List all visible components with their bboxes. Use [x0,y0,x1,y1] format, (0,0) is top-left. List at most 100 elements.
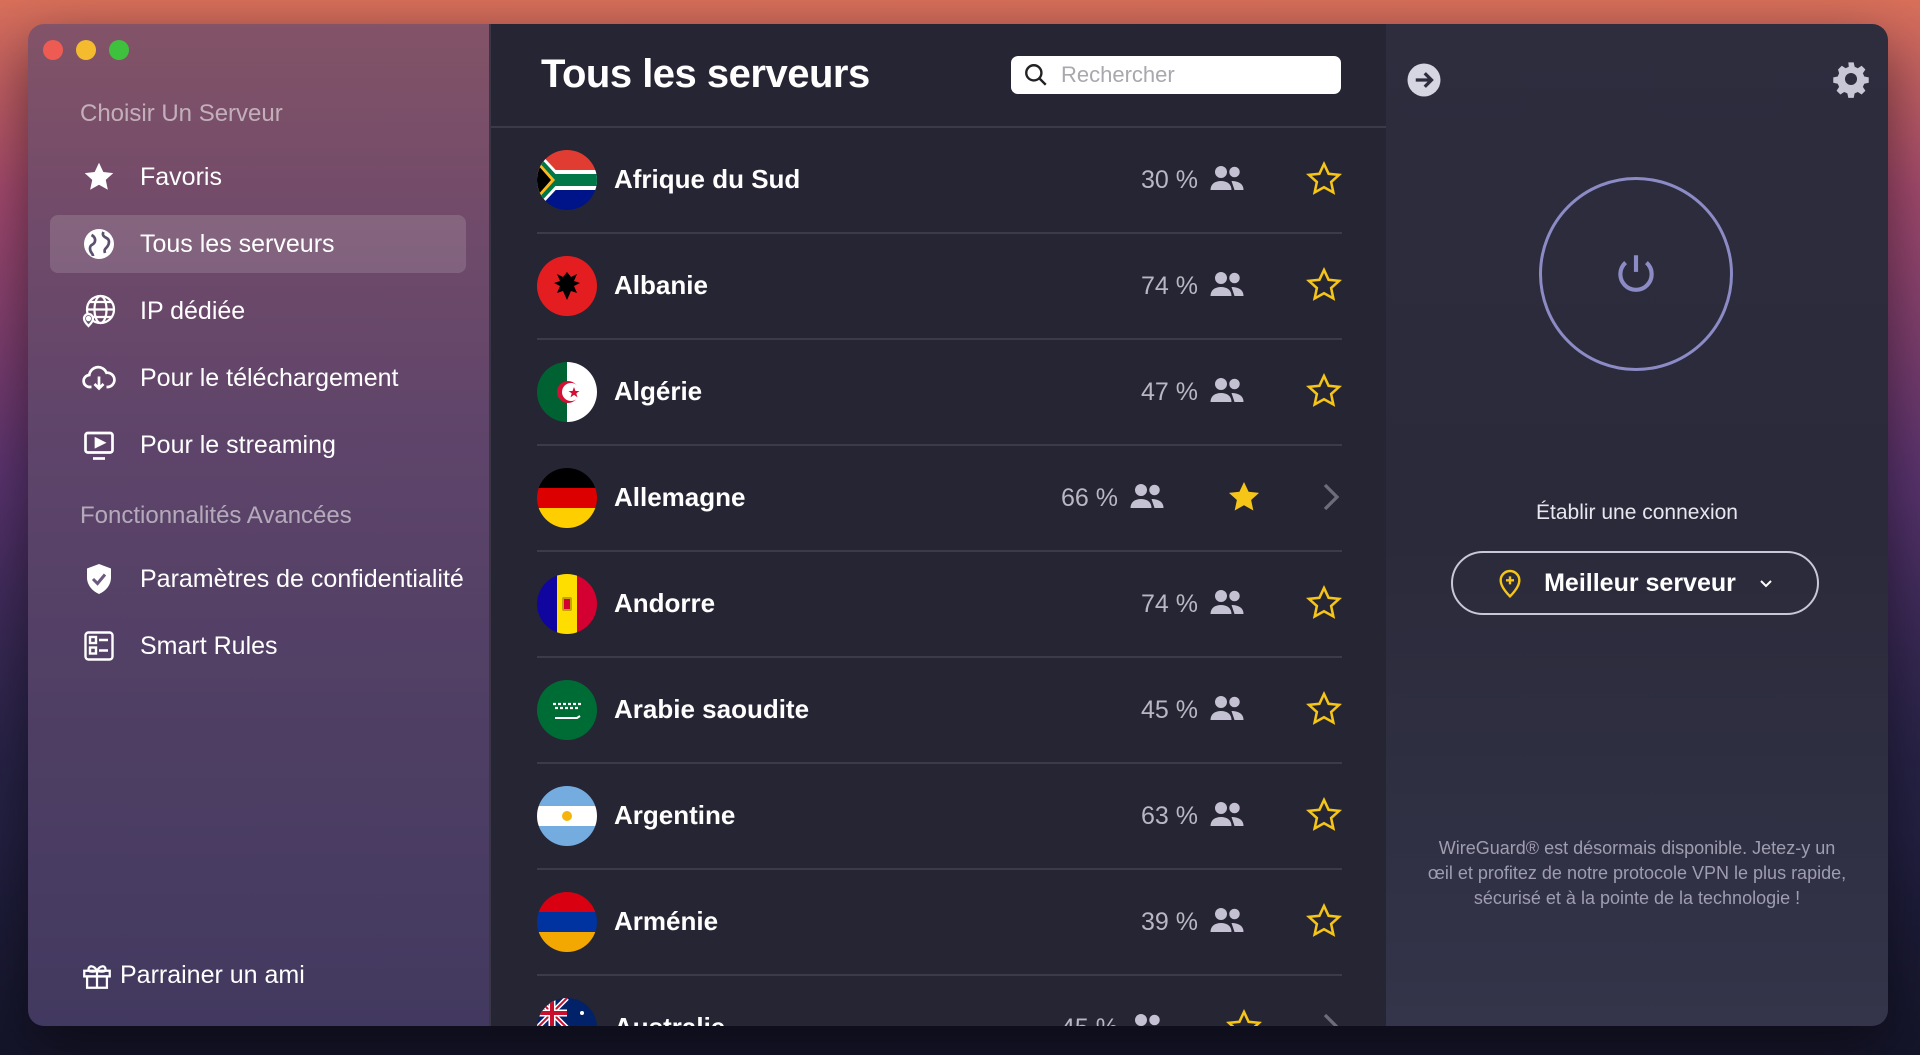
shield-check-icon [80,560,118,598]
country-name: Algérie [614,376,703,406]
flag-australia-icon [537,998,597,1026]
users-icon [1210,272,1244,296]
sidebar-item-label: Smart Rules [140,631,278,660]
server-load: 47 % [1141,378,1198,406]
close-button[interactable] [43,40,63,60]
power-icon [1618,255,1654,292]
favorite-star-icon[interactable] [1305,796,1343,834]
sidebar-item-privacy[interactable]: Paramètres de confidentialité [50,550,466,608]
country-name: Andorre [614,588,716,618]
location-pin-icon [1499,569,1521,598]
users-icon [1130,484,1164,508]
favorite-star-icon[interactable] [1225,1008,1263,1026]
sidebar: Choisir Un Serveur Favoris Tous les serv… [28,24,491,1026]
connection-panel: Établir une connexion Meilleur serveur W… [1386,24,1888,1026]
country-name: Australie [614,1012,725,1026]
favorite-star-filled-icon[interactable] [1225,478,1263,516]
country-name: Albanie [614,270,708,300]
users-icon [1135,1014,1160,1026]
server-list: Afrique du Sud 30 % Albanie 74 % Algérie… [491,128,1386,1026]
sidebar-item-label: Favoris [140,162,222,191]
flag-argentina-icon [537,786,597,846]
server-row-argentina[interactable]: Argentine 63 % [537,764,1343,870]
sidebar-item-smart-rules[interactable]: Smart Rules [50,617,466,675]
sidebar-item-label: Paramètres de confidentialité [140,564,464,593]
users-icon [1210,590,1244,614]
sidebar-item-label: IP dédiée [140,296,246,325]
rules-icon [80,627,118,665]
server-load: 74 % [1141,590,1198,618]
server-row-south-africa[interactable]: Afrique du Sud 30 % [537,128,1343,234]
sidebar-item-label: Pour le streaming [140,430,336,459]
chevron-right-icon[interactable] [1320,1012,1342,1026]
section-heading-advanced: Fonctionnalités Avancées [80,502,352,529]
connect-label: Établir une connexion [1536,501,1738,524]
globe-pin-icon [80,292,118,330]
chevron-right-icon[interactable] [1320,482,1342,512]
users-icon [1210,166,1244,190]
sidebar-item-label: Pour le téléchargement [140,363,399,392]
sidebar-item-dedicated-ip[interactable]: IP dédiée [50,282,466,340]
users-icon [1210,908,1244,932]
search-input[interactable] [1059,61,1313,89]
power-button[interactable] [1539,177,1733,371]
zoom-button[interactable] [109,40,129,60]
search-box[interactable] [1011,56,1341,94]
wireguard-notice: WireGuard® est désormais disponible. Jet… [1427,838,1847,908]
flag-saudi-arabia-icon [537,680,597,740]
country-name: Allemagne [614,482,746,512]
server-row-saudi-arabia[interactable]: Arabie saoudite 45 % [537,658,1343,764]
server-list-panel: Tous les serveurs Afrique du Sud 30 % [491,24,1386,1026]
sidebar-item-all-servers[interactable]: Tous les serveurs [50,215,466,273]
server-row-australia[interactable]: Australie 45 % [537,976,1342,1026]
favorite-star-icon[interactable] [1305,372,1343,410]
server-row-germany[interactable]: Allemagne 66 % [537,446,1342,552]
gift-icon [83,965,111,989]
best-server-dropdown[interactable]: Meilleur serveur [1451,551,1819,615]
app-window: Choisir Un Serveur Favoris Tous les serv… [28,24,1888,1026]
star-icon [80,158,118,196]
page-title: Tous les serveurs [541,52,870,96]
server-load: 45 % [1141,696,1198,724]
users-icon [1210,378,1244,402]
favorite-star-icon[interactable] [1305,690,1343,728]
flag-algeria-icon [537,362,597,422]
server-row-algeria[interactable]: Algérie 47 % [537,340,1343,446]
section-heading-servers: Choisir Un Serveur [80,100,283,127]
server-row-armenia[interactable]: Arménie 39 % [537,870,1343,976]
play-screen-icon [80,426,118,464]
users-icon [1210,802,1244,826]
cloud-download-icon [80,359,118,397]
users-icon [1210,696,1244,720]
country-name: Arménie [614,906,719,936]
favorite-star-icon[interactable] [1305,584,1343,622]
search-icon [1025,64,1047,86]
list-header: Tous les serveurs [491,24,1386,128]
sidebar-item-favorites[interactable]: Favoris [50,148,466,206]
favorite-star-icon[interactable] [1305,902,1343,940]
flag-germany-icon [537,468,597,528]
country-name: Afrique du Sud [614,164,801,194]
sidebar-item-download[interactable]: Pour le téléchargement [50,349,466,407]
server-load: 45 % [1061,1014,1118,1026]
sidebar-item-streaming[interactable]: Pour le streaming [50,416,466,474]
country-name: Arabie saoudite [614,694,810,724]
refer-friend-link[interactable]: Parrainer un ami [80,958,305,992]
arrow-right-circle-icon[interactable] [1406,62,1442,98]
best-server-label: Meilleur serveur [1544,568,1736,597]
server-row-andorra[interactable]: Andorre 74 % [537,552,1343,658]
server-load: 30 % [1141,166,1198,194]
window-controls [43,40,129,60]
favorite-star-icon[interactable] [1305,160,1343,198]
flag-albania-icon [537,256,597,316]
refer-friend-label: Parrainer un ami [120,960,305,989]
minimize-button[interactable] [76,40,96,60]
server-load: 39 % [1141,908,1198,936]
server-row-albania[interactable]: Albanie 74 % [537,234,1343,340]
sidebar-item-label: Tous les serveurs [140,229,335,258]
flag-south-africa-icon [537,150,597,210]
country-name: Argentine [614,800,736,830]
gear-icon[interactable] [1832,60,1870,98]
server-load: 63 % [1141,802,1198,830]
favorite-star-icon[interactable] [1305,266,1343,304]
